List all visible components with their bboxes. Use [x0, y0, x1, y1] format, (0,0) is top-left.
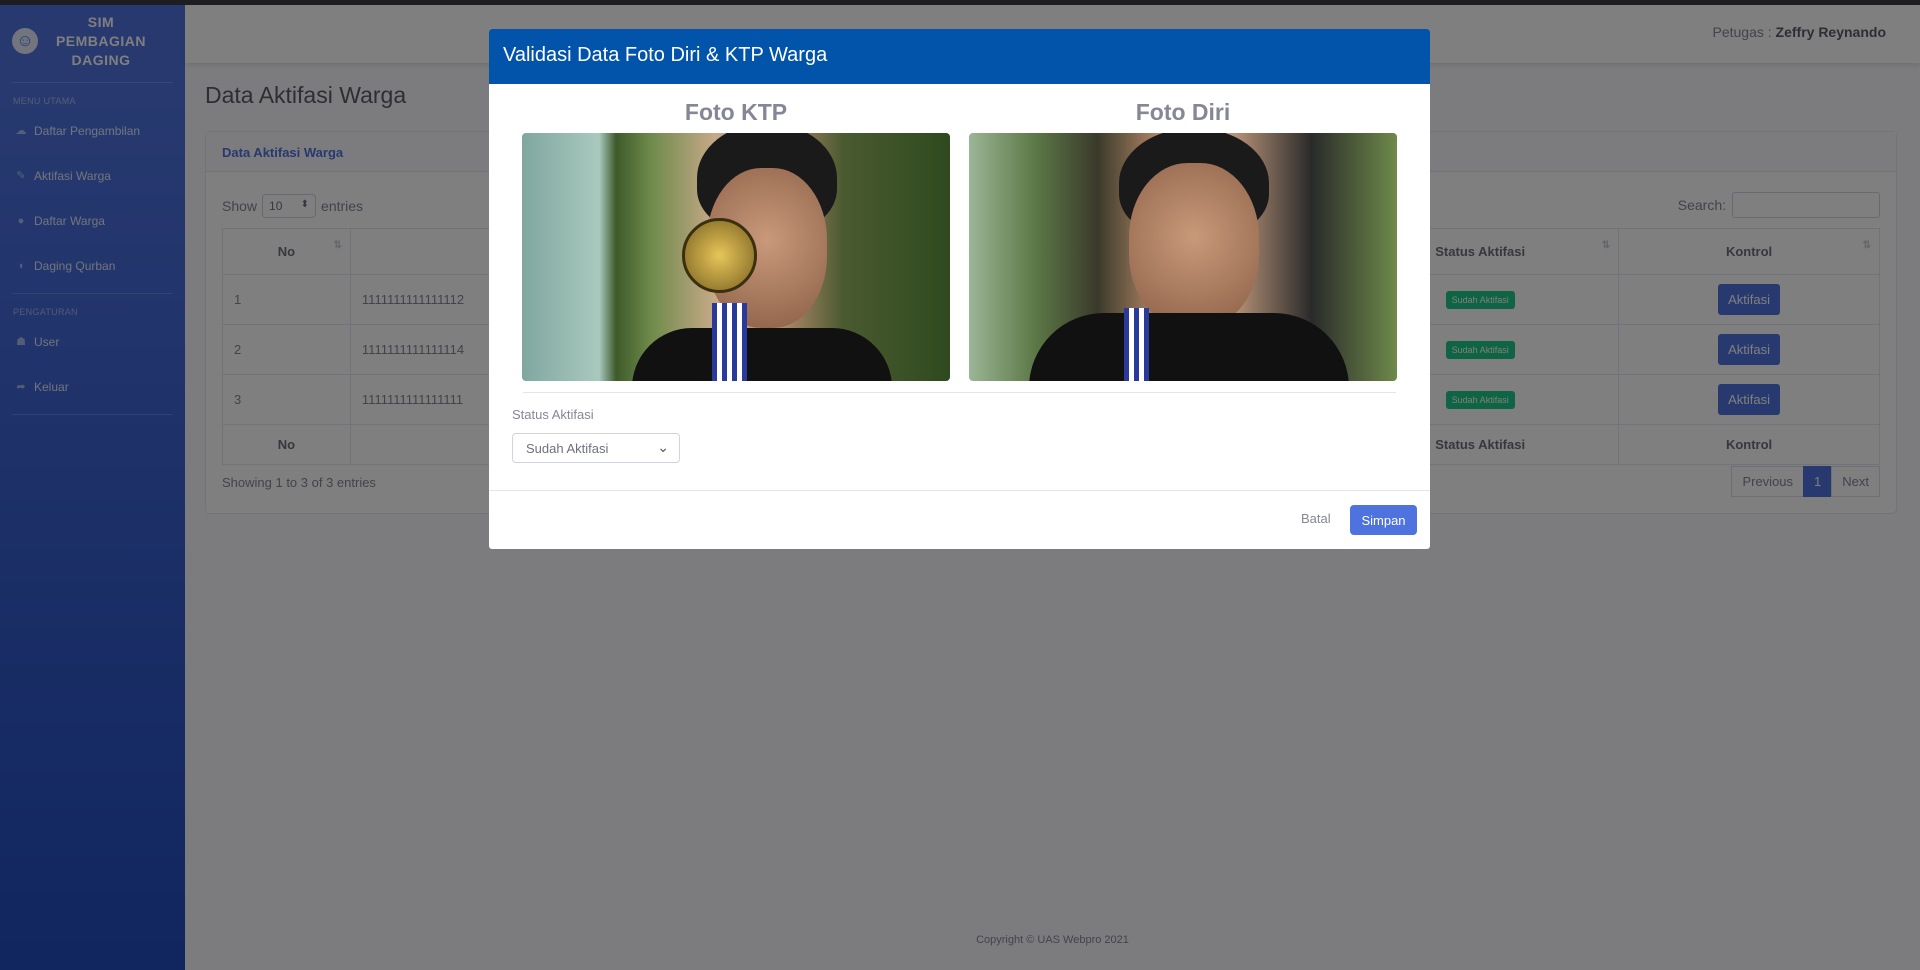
photo-diri-section: Foto Diri	[969, 99, 1397, 381]
photo-ktp-section: Foto KTP	[522, 99, 950, 381]
save-button[interactable]: Simpan	[1350, 505, 1417, 535]
status-aktifasi-select[interactable]: Sudah Aktifasi ⌄	[512, 433, 680, 463]
validation-modal: Validasi Data Foto Diri & KTP Warga Foto…	[489, 29, 1430, 549]
medal-shape	[682, 218, 757, 293]
status-aktifasi-label: Status Aktifasi	[512, 407, 594, 422]
ribbon-shape	[712, 303, 747, 381]
chevron-down-icon: ⌄	[657, 439, 669, 455]
photo-diri-image	[969, 133, 1397, 381]
modal-footer-divider	[489, 490, 1430, 491]
photo-ktp-image	[522, 133, 950, 381]
face-shape	[1129, 163, 1259, 328]
status-aktifasi-value: Sudah Aktifasi	[526, 441, 609, 456]
modal-divider	[523, 392, 1396, 393]
suit-shape	[1029, 313, 1349, 381]
photo-diri-title: Foto Diri	[1135, 99, 1231, 125]
photo-ktp-title: Foto KTP	[684, 99, 788, 125]
modal-title: Validasi Data Foto Diri & KTP Warga	[489, 29, 1430, 84]
cancel-button[interactable]: Batal	[1301, 511, 1331, 526]
ribbon-shape	[1124, 308, 1149, 381]
suit-shape	[632, 328, 892, 381]
